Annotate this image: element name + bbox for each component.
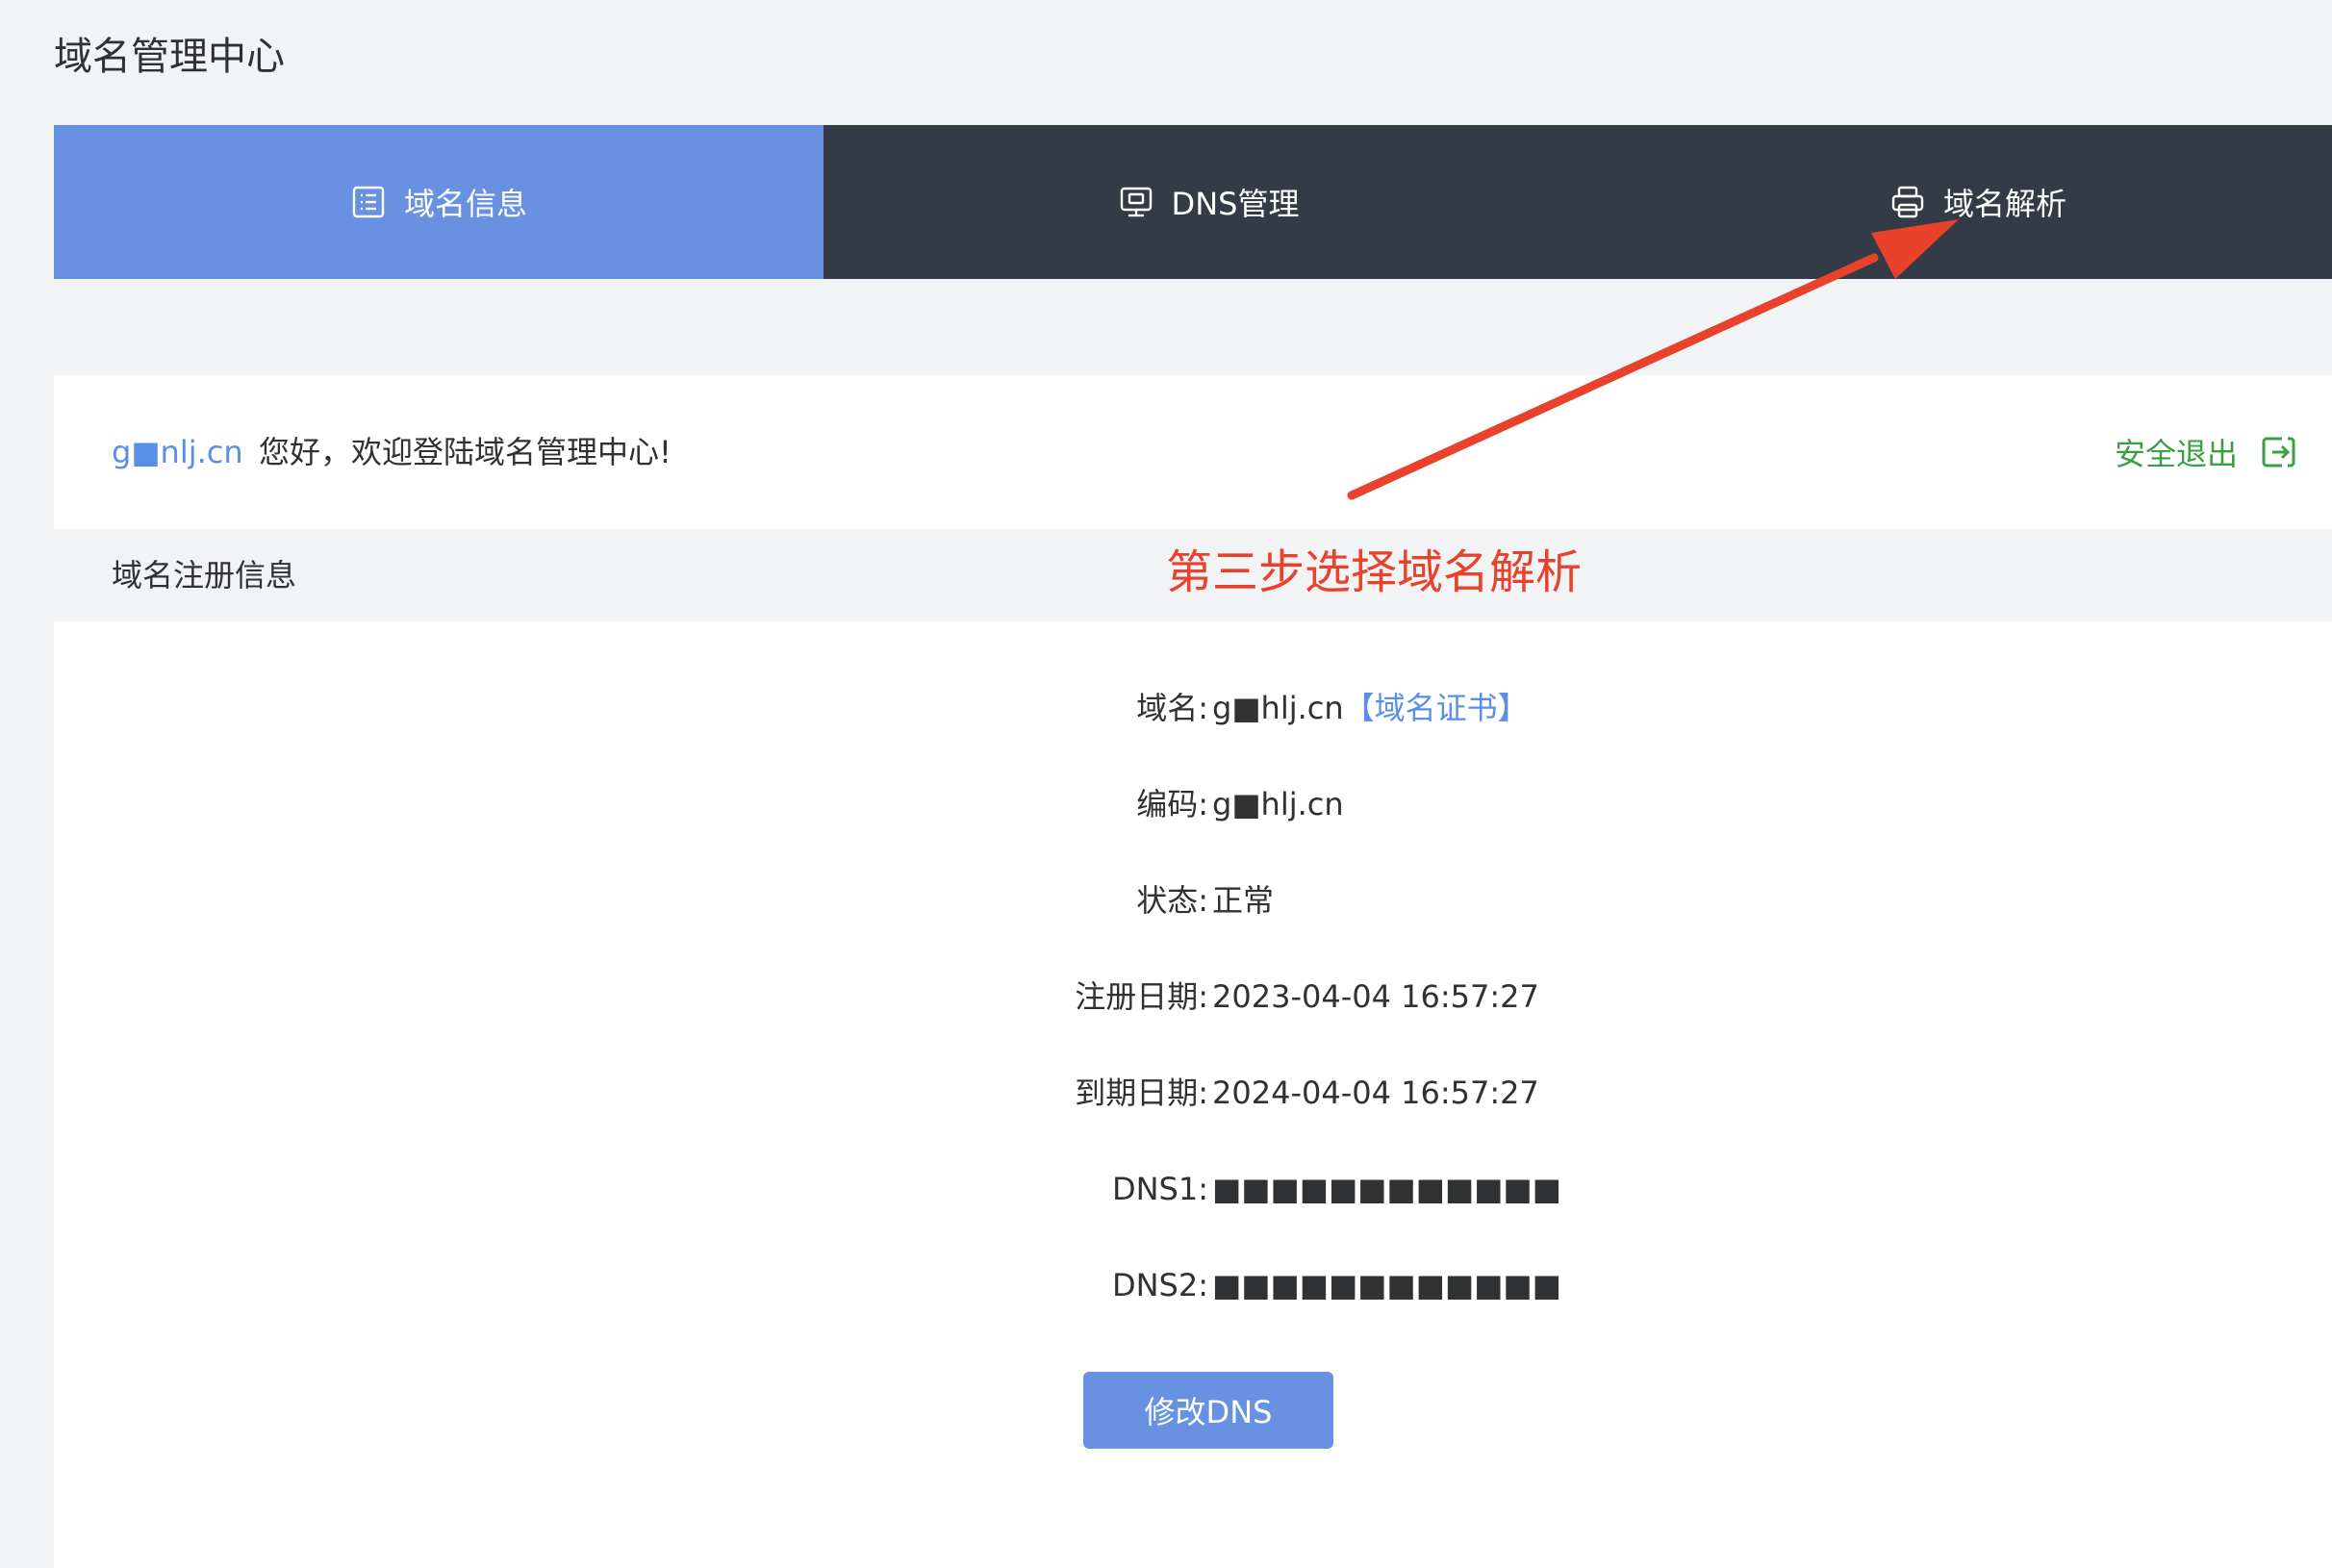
detail-key: 状态: [1136,882,1208,919]
detail-key: 到期日期: [1075,1075,1208,1111]
tab-domain-resolution[interactable]: 域名解析 [1593,125,2332,279]
tab-label: 域名信息 [403,186,527,222]
detail-row-dns2: DNS2: ■■■■■■■■■■■■ [54,1256,1561,1314]
list-icon [350,184,387,220]
printer-icon [1889,184,1926,220]
detail-key: DNS1: [1111,1171,1208,1207]
domain-value: g■hlj.cn [1212,690,1344,726]
user-domain: g■nlj.cn [112,434,243,470]
detail-value: 2024-04-04 16:57:27 [1212,1075,1539,1111]
welcome-message: 您好，欢迎登陆域名管理中心! [259,434,672,470]
logout-label: 安全退出 [2114,436,2238,472]
tab-dns-management[interactable]: DNS管理 [824,125,1593,279]
tab-domain-info[interactable]: 域名信息 [54,125,824,279]
detail-row-code: 编码: g■hlj.cn [54,775,1343,833]
detail-value: 2023-04-04 16:57:27 [1212,978,1539,1015]
tab-label: DNS管理 [1171,186,1300,222]
detail-panel: 域名: g■hlj.cn【域名证书】 编码: g■hlj.cn 状态: 正常 注… [54,621,2332,1568]
monitor-icon [1118,184,1154,220]
detail-value: 正常 [1212,882,1275,919]
detail-key: 注册日期: [1075,978,1208,1015]
modify-dns-button[interactable]: 修改DNS [1083,1372,1333,1449]
domain-certificate-link[interactable]: 【域名证书】 [1344,690,1529,726]
welcome-bar: g■nlj.cn 您好，欢迎登陆域名管理中心! 安全退出 [54,375,2332,529]
detail-value: g■hlj.cn【域名证书】 [1212,679,1529,737]
logout-button[interactable]: 安全退出 [2115,375,2297,529]
page-title: 域名管理中心 [54,35,285,79]
detail-row-status: 状态: 正常 [54,872,1274,929]
detail-value: ■■■■■■■■■■■■ [1212,1171,1561,1207]
section-title: 域名注册信息 [112,557,297,594]
detail-row-registered: 注册日期: 2023-04-04 16:57:27 [54,968,1539,1025]
detail-key: DNS2: [1111,1267,1208,1303]
detail-key: 编码: [1136,786,1208,822]
detail-row-expires: 到期日期: 2024-04-04 16:57:27 [54,1064,1539,1122]
detail-value: g■hlj.cn [1212,786,1344,822]
detail-row-domain: 域名: g■hlj.cn【域名证书】 [54,679,1528,737]
detail-value: ■■■■■■■■■■■■ [1212,1267,1561,1303]
tab-label: 域名解析 [1942,186,2066,222]
annotation-text: 第三步选择域名解析 [1166,545,1583,599]
tab-bar: 域名信息 DNS管理 域名解析 [54,125,2332,279]
detail-key: 域名: [1136,690,1208,726]
logout-icon [2259,433,2297,471]
detail-row-dns1: DNS1: ■■■■■■■■■■■■ [54,1160,1561,1218]
